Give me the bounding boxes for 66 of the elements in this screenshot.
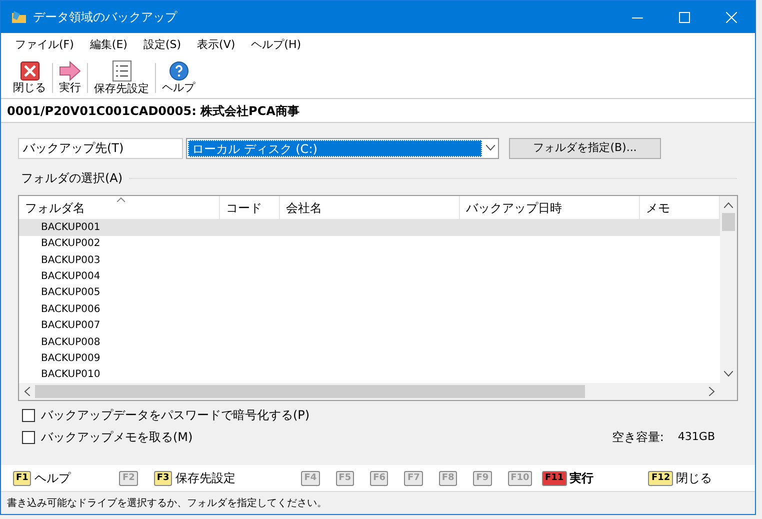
menu-item[interactable]: 編集(E) xyxy=(84,36,134,54)
key-cap: F1 xyxy=(13,470,32,486)
table-cell-text: BACKUP003 xyxy=(40,254,100,268)
function-key[interactable]: F1 ヘルプ xyxy=(13,465,120,491)
vertical-scrollbar[interactable] xyxy=(720,196,737,383)
key-cap: F5 xyxy=(336,470,354,486)
table-cell-text: BACKUP001 xyxy=(40,220,100,235)
chevron-down-icon xyxy=(486,145,495,151)
table-cell-text: BACKUP008 xyxy=(40,336,100,350)
sort-icon xyxy=(117,197,125,202)
menu-item[interactable]: ヘルプ(H) xyxy=(245,36,308,54)
function-key[interactable]: F3 保存先設定 xyxy=(154,465,302,491)
arrow-icon xyxy=(59,60,81,80)
folder-icon xyxy=(11,9,27,25)
key-cap: F7 xyxy=(404,470,423,486)
checklist-icon xyxy=(112,60,132,82)
horizontal-scrollbar[interactable] xyxy=(19,383,737,400)
window-title: データ領域のバックアップ xyxy=(33,9,177,26)
key-cap: F3 xyxy=(154,470,172,486)
close-icon[interactable] xyxy=(726,12,737,22)
key-cap: F8 xyxy=(438,470,458,486)
chevron-right-icon xyxy=(709,387,715,396)
table-cell-text: BACKUP010 xyxy=(40,368,100,382)
function-key[interactable]: F12 閉じる xyxy=(648,465,755,491)
menu-item[interactable]: 設定(S) xyxy=(137,36,188,54)
checkbox[interactable] xyxy=(22,408,35,422)
key-cap: F10 xyxy=(508,470,532,486)
toolbar-button[interactable]: 実行 xyxy=(57,60,83,94)
key-cap: F12 xyxy=(648,470,674,486)
menu-item[interactable]: ファイル(F) xyxy=(9,36,80,54)
key-cap: F11 xyxy=(542,470,567,486)
table-cell-text: BACKUP002 xyxy=(40,237,100,252)
table-cell-text: BACKUP009 xyxy=(40,352,100,366)
help-icon xyxy=(168,60,188,80)
function-key[interactable]: F11 実行 xyxy=(542,465,648,491)
table-cell-text: BACKUP007 xyxy=(40,319,100,334)
close-icon xyxy=(20,60,40,80)
checkbox-label: バックアップメモを取る(M) xyxy=(41,429,193,446)
toolbar-button[interactable]: ヘルプ xyxy=(160,60,197,94)
scrollbar-thumb[interactable] xyxy=(722,213,735,231)
checkbox-label: バックアップデータをパスワードで暗号化する(P) xyxy=(41,407,310,424)
table-cell-text: BACKUP006 xyxy=(40,302,100,317)
chevron-left-icon xyxy=(24,387,30,396)
maximize-icon[interactable] xyxy=(679,12,690,22)
status-text: 書き込み可能なドライブを選択するか、フォルダを指定してください。 xyxy=(7,496,327,510)
table-cell-text: BACKUP005 xyxy=(40,286,100,300)
toolbar-button[interactable]: 閉じる xyxy=(11,60,48,94)
toolbar-button[interactable]: 保存先設定 xyxy=(92,60,151,96)
folder-button[interactable]: フォルダを指定(B)... xyxy=(509,138,661,158)
table-cell-text: BACKUP004 xyxy=(40,270,100,284)
destination-dropdown[interactable]: ローカル ディスク (C:) xyxy=(186,138,499,158)
company-header: 0001/P20V01C001CAD0005: 株式会社PCA商事 xyxy=(7,102,300,120)
menu-item[interactable]: 表示(V) xyxy=(191,36,242,54)
table-row[interactable]: BACKUP001 xyxy=(19,219,720,236)
scrollbar-thumb[interactable] xyxy=(35,385,585,398)
section-label: フォルダの選択(A) xyxy=(21,170,123,187)
checkbox[interactable] xyxy=(22,430,35,444)
free-space-label: 空き容量: xyxy=(612,429,664,446)
free-space-value: 431GB xyxy=(678,428,715,445)
destination-label: バックアップ先(T) xyxy=(18,138,183,158)
chevron-up-icon xyxy=(724,202,733,208)
chevron-down-icon xyxy=(724,371,733,377)
key-cap: F9 xyxy=(473,470,492,486)
key-cap: F6 xyxy=(370,470,388,486)
key-cap: F4 xyxy=(301,470,320,486)
key-cap: F2 xyxy=(119,470,138,486)
